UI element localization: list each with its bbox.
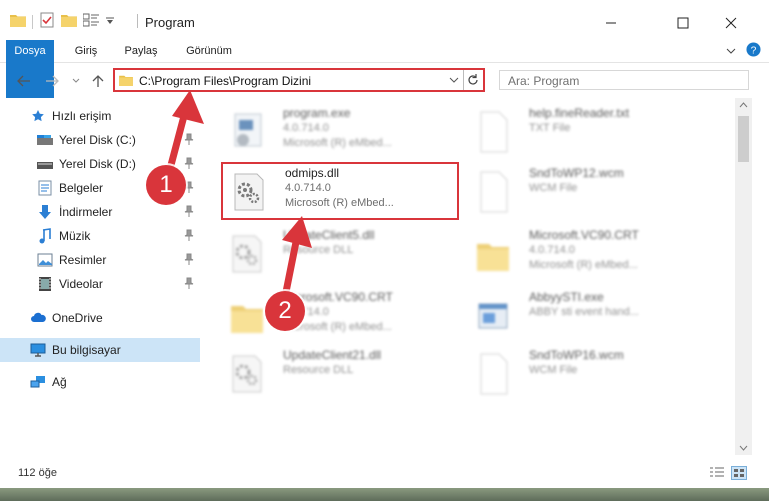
sidebar-item-label: Videolar (59, 277, 103, 291)
pin-icon[interactable] (184, 277, 194, 292)
window-title: Program (145, 15, 195, 30)
sidebar-item-label: İndirmeler (59, 205, 113, 219)
item-count: 112 öğe (18, 467, 57, 479)
title-bar: Program (0, 0, 769, 40)
exe-icon (229, 110, 265, 154)
file-item[interactable]: UpdateClient5.dll Resource DLL (221, 226, 459, 284)
vertical-scrollbar[interactable] (735, 98, 752, 455)
text-file-icon (475, 110, 511, 154)
blank-file-icon (475, 170, 511, 214)
folder-icon (475, 232, 511, 276)
file-item[interactable]: Microsoft.VC90.CRT 4.0.714.0 Microsoft (… (467, 226, 705, 284)
file-item[interactable]: AbbyySTI.exe ABBY sti event hand... (467, 288, 705, 346)
sidebar-item-label: Yerel Disk (D:) (59, 157, 136, 171)
back-arrow-icon[interactable] (14, 72, 34, 90)
pictures-icon (37, 252, 53, 268)
maximize-button[interactable] (660, 10, 706, 36)
sidebar-item-label: Ağ (52, 375, 67, 389)
callout-badge-1: 1 (146, 165, 186, 205)
file-item[interactable]: program.exe 4.0.714.0 Microsoft (R) eMbe… (221, 104, 459, 162)
new-folder-icon[interactable] (61, 13, 77, 30)
cloud-icon (30, 310, 46, 326)
callout-badge-2: 2 (265, 291, 305, 331)
tab-view[interactable]: Görünüm (177, 40, 241, 62)
sidebar-item-network[interactable]: Ağ (0, 370, 200, 394)
file-item[interactable]: SndToWP12.wcm WCM File (467, 164, 705, 222)
sidebar-item-music[interactable]: Müzik (0, 224, 200, 248)
folder-icon (10, 13, 26, 30)
sidebar-item-this-pc[interactable]: Bu bilgisayar (0, 338, 200, 362)
address-dropdown-icon[interactable] (447, 72, 461, 91)
sidebar-item-pictures[interactable]: Resimler (0, 248, 200, 272)
file-item[interactable]: Microsoft.VC90.CRT 4.0.714.0 Microsoft (… (221, 288, 459, 346)
sidebar-item-label: Resimler (59, 253, 107, 267)
file-item[interactable]: SndToWP16.wcm WCM File (467, 346, 705, 404)
desktop-background (0, 488, 769, 501)
exe-window-icon (475, 294, 511, 338)
minimize-button[interactable] (588, 10, 634, 36)
sidebar-item-onedrive[interactable]: OneDrive (0, 306, 200, 330)
up-arrow-icon[interactable] (88, 72, 108, 90)
status-bar: 112 öğe (0, 458, 769, 488)
dll-gear-icon (229, 352, 265, 396)
customize-qat-icon[interactable] (105, 15, 115, 29)
svg-text:?: ? (751, 45, 757, 56)
download-icon (37, 204, 53, 220)
pin-icon[interactable] (184, 229, 194, 244)
sidebar-item-label: Yerel Disk (C:) (59, 133, 136, 147)
properties-icon[interactable] (39, 12, 55, 31)
sidebar-item-label: Hızlı erişim (52, 109, 112, 123)
music-icon (37, 228, 53, 244)
sidebar-item-videos[interactable]: Videolar (0, 272, 200, 296)
dll-gear-icon (229, 232, 265, 276)
file-item[interactable]: help.fineReader.txt TXT File (467, 104, 705, 162)
blank-file-icon (475, 352, 511, 396)
dll-gear-icon (231, 170, 267, 214)
drive-icon (37, 132, 53, 148)
sidebar-item-label: Müzik (59, 229, 91, 243)
tab-share[interactable]: Paylaş (113, 40, 169, 62)
view-options-icon[interactable] (82, 13, 99, 30)
ribbon-tabs: Dosya Giriş Paylaş Görünüm ? (0, 40, 769, 98)
folder-icon (229, 294, 265, 338)
refresh-icon[interactable] (466, 72, 480, 91)
recent-locations-icon[interactable] (66, 72, 86, 90)
pin-icon[interactable] (184, 205, 194, 220)
document-icon (37, 180, 53, 196)
quick-access-toolbar (10, 12, 115, 31)
search-box[interactable] (499, 70, 749, 90)
tab-home[interactable]: Giriş (66, 40, 106, 62)
video-icon (37, 276, 53, 292)
file-item[interactable]: UpdateClient21.dll Resource DLL (221, 346, 459, 404)
expand-ribbon-icon[interactable] (726, 44, 736, 58)
forward-arrow-icon[interactable] (42, 72, 62, 90)
folder-icon (119, 74, 133, 89)
drive-icon (37, 156, 53, 172)
sidebar-item-label: Bu bilgisayar (52, 343, 121, 357)
file-explorer-window: Program Dosya Giriş Paylaş Görünüm ? C:\… (0, 0, 769, 501)
help-icon[interactable]: ? (746, 42, 761, 60)
computer-icon (30, 342, 46, 358)
sidebar-item-label: OneDrive (52, 311, 103, 325)
network-icon (30, 374, 46, 390)
file-item-odmips-dll[interactable]: odmips.dll 4.0.714.0 Microsoft (R) eMbed… (221, 162, 459, 220)
star-icon (30, 108, 46, 124)
large-icons-view-icon[interactable] (731, 466, 747, 483)
scrollbar-thumb[interactable] (738, 116, 749, 162)
search-input[interactable] (506, 73, 730, 89)
details-view-icon[interactable] (709, 466, 725, 483)
pin-icon[interactable] (184, 253, 194, 268)
sidebar-item-label: Belgeler (59, 181, 104, 195)
close-button[interactable] (708, 10, 754, 36)
